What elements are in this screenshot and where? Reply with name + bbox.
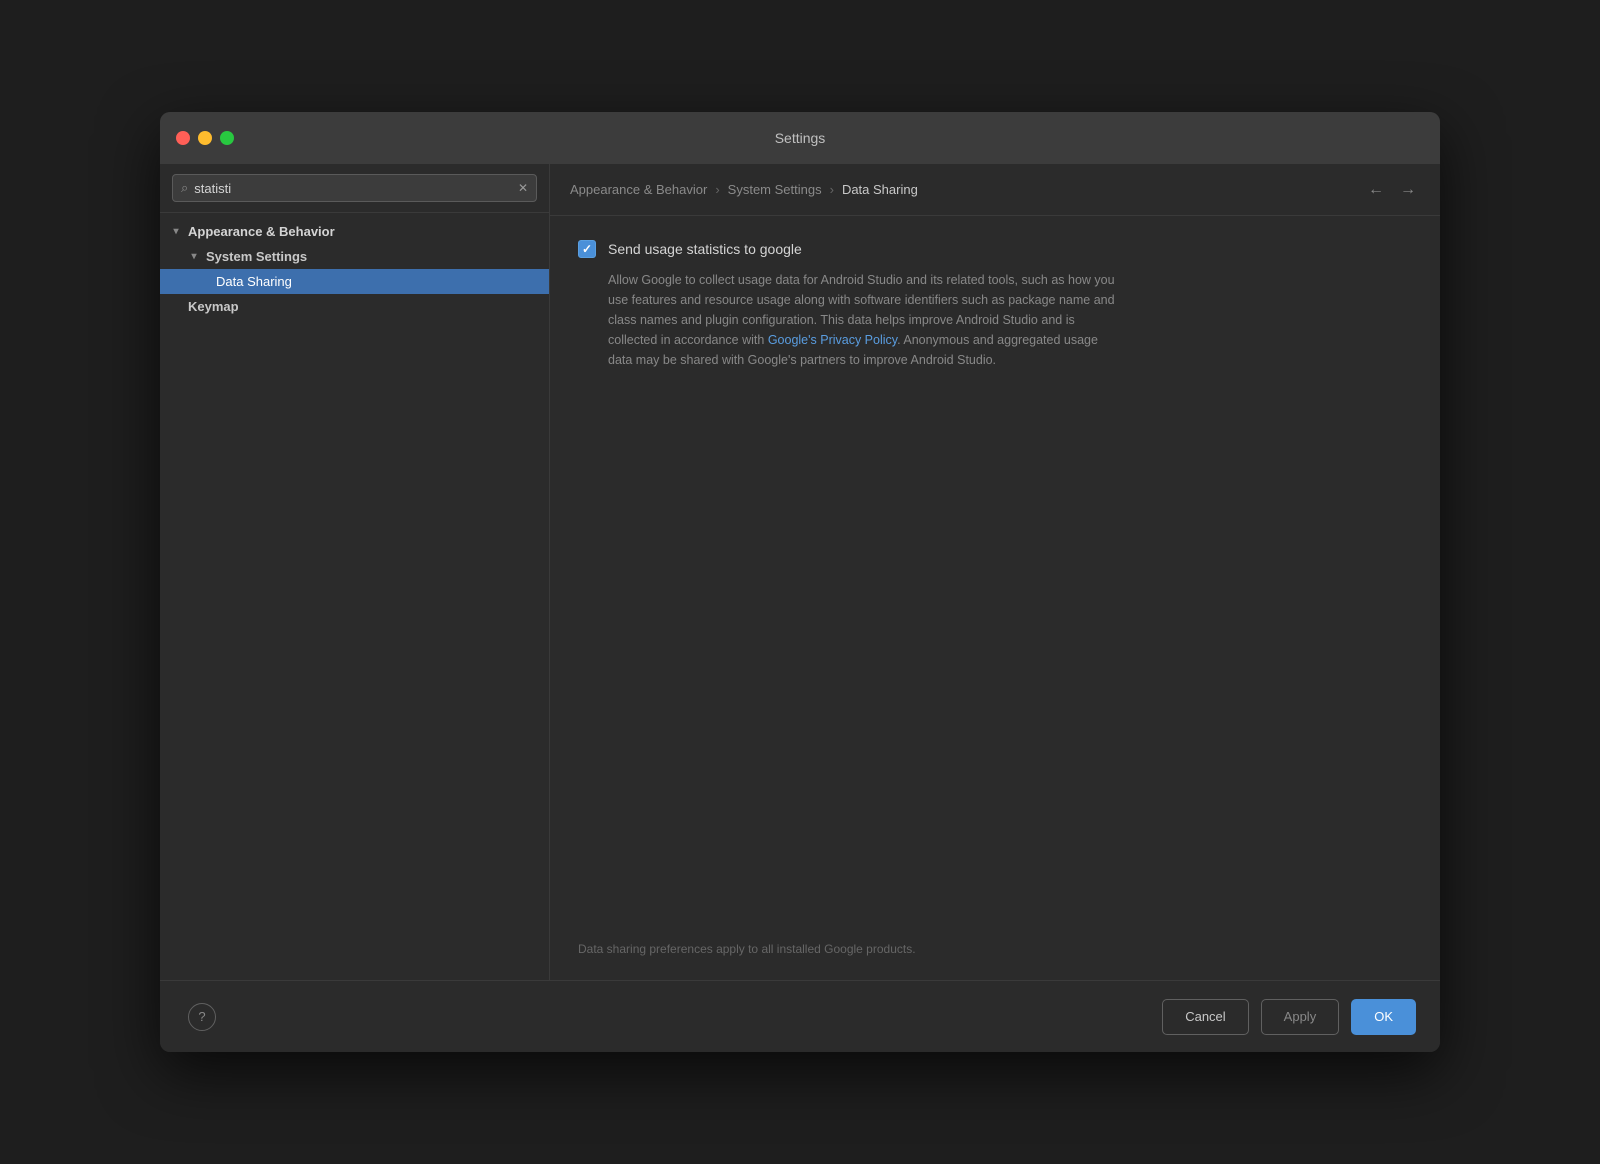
search-wrapper[interactable]: ⌕ ✕ [172, 174, 537, 202]
checkbox-row: ✓ Send usage statistics to google [578, 240, 1412, 258]
bottom-bar: ? Cancel Apply OK [160, 980, 1440, 1052]
maximize-button[interactable] [220, 131, 234, 145]
chevron-icon: ▾ [170, 226, 182, 237]
main-content: ⌕ ✕ ▾ Appearance & Behavior ▾ System Set… [160, 164, 1440, 980]
data-sharing-section: ✓ Send usage statistics to google Allow … [578, 240, 1412, 370]
sidebar: ⌕ ✕ ▾ Appearance & Behavior ▾ System Set… [160, 164, 550, 980]
window-controls [176, 131, 234, 145]
content-panel: Appearance & Behavior › System Settings … [550, 164, 1440, 980]
checkmark-icon: ✓ [582, 242, 592, 256]
nav-tree: ▾ Appearance & Behavior ▾ System Setting… [160, 213, 549, 980]
dialog-title: Settings [775, 130, 826, 146]
sidebar-item-label: Data Sharing [216, 274, 292, 289]
search-input[interactable] [194, 181, 512, 196]
send-statistics-checkbox[interactable]: ✓ [578, 240, 596, 258]
checkbox-label: Send usage statistics to google [608, 241, 802, 257]
sidebar-item-label: Keymap [188, 299, 239, 314]
sidebar-item-keymap[interactable]: Keymap [160, 294, 549, 319]
apply-button[interactable]: Apply [1261, 999, 1340, 1035]
breadcrumb-sep-1: › [715, 182, 719, 197]
help-button[interactable]: ? [188, 1003, 216, 1031]
search-container: ⌕ ✕ [160, 164, 549, 213]
title-bar: Settings [160, 112, 1440, 164]
sidebar-item-system-settings[interactable]: ▾ System Settings [160, 244, 549, 269]
sidebar-item-label: System Settings [206, 249, 307, 264]
sidebar-item-label: Appearance & Behavior [188, 224, 335, 239]
nav-back-button[interactable]: ← [1364, 180, 1388, 200]
cancel-button[interactable]: Cancel [1162, 999, 1248, 1035]
breadcrumb-sep-2: › [830, 182, 834, 197]
breadcrumb-system-settings[interactable]: System Settings [728, 182, 822, 197]
ok-button[interactable]: OK [1351, 999, 1416, 1035]
chevron-icon: ▾ [188, 251, 200, 262]
settings-dialog: Settings ⌕ ✕ ▾ Appearance & Behavior [160, 112, 1440, 1052]
nav-forward-button[interactable]: → [1396, 180, 1420, 200]
sidebar-item-data-sharing[interactable]: Data Sharing [160, 269, 549, 294]
search-clear-button[interactable]: ✕ [518, 182, 528, 194]
breadcrumb-data-sharing: Data Sharing [842, 182, 918, 197]
close-button[interactable] [176, 131, 190, 145]
breadcrumb-appearance[interactable]: Appearance & Behavior [570, 182, 707, 197]
search-icon: ⌕ [181, 180, 188, 196]
breadcrumb-bar: Appearance & Behavior › System Settings … [550, 164, 1440, 216]
minimize-button[interactable] [198, 131, 212, 145]
content-area: ✓ Send usage statistics to google Allow … [550, 216, 1440, 980]
description-text: Allow Google to collect usage data for A… [578, 270, 1118, 370]
breadcrumb-nav-buttons: ← → [1364, 180, 1420, 200]
privacy-policy-link[interactable]: Google's Privacy Policy [768, 333, 897, 347]
footer-note: Data sharing preferences apply to all in… [578, 942, 916, 956]
sidebar-item-appearance-behavior[interactable]: ▾ Appearance & Behavior [160, 219, 549, 244]
